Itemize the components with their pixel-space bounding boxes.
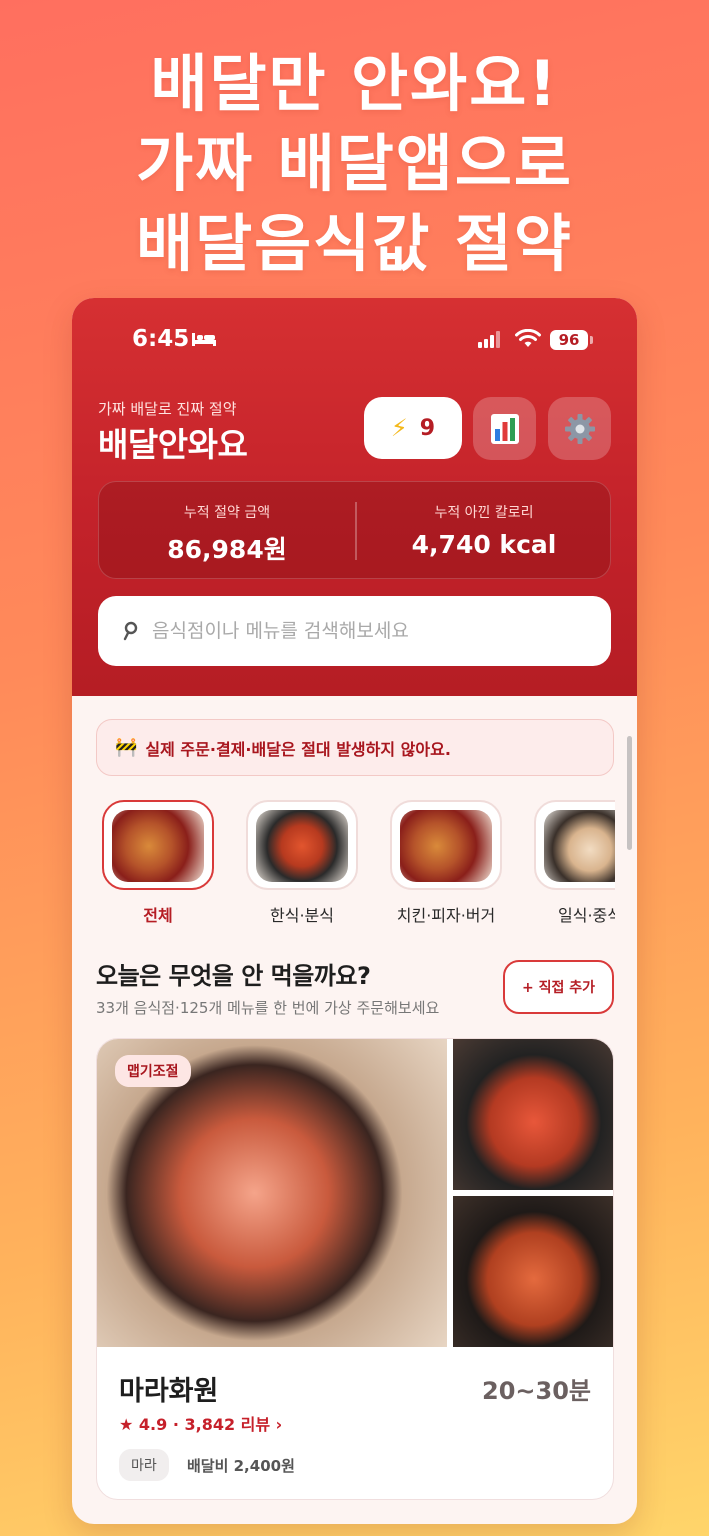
disclaimer-notice: 🚧 실제 주문·결제·배달은 절대 발생하지 않아요. <box>96 719 614 776</box>
add-custom-button[interactable]: + 직접 추가 <box>503 960 614 1014</box>
status-time: 6:45 <box>132 326 190 352</box>
scrollbar[interactable] <box>627 736 632 850</box>
category-label: 전체 <box>143 906 173 925</box>
cuisine-tag: 마라 <box>119 1449 169 1481</box>
category-image <box>246 800 358 890</box>
sleep-focus-icon <box>192 333 216 346</box>
search-icon <box>123 621 138 641</box>
spice-adjust-badge: 맵기조절 <box>115 1055 191 1087</box>
points-button[interactable]: ⚡ 9 <box>364 397 462 459</box>
saved-amount-label: 누적 절약 금액 <box>183 505 271 521</box>
restaurant-photo <box>453 1196 613 1347</box>
headline-line-1: 배달만 안와요! <box>150 47 559 120</box>
category-label: 치킨·피자·버거 <box>396 906 496 925</box>
restaurant-photo <box>453 1039 613 1190</box>
app-subtitle: 가짜 배달로 진짜 절약 <box>98 400 237 418</box>
rating-reviews-link[interactable]: ★ 4.9 · 3,842 리뷰 › <box>119 1411 282 1435</box>
savings-summary: 누적 절약 금액 86,984원 누적 아낀 칼로리 4,740 kcal <box>98 481 611 579</box>
category-japanese-chinese[interactable]: 일식·중식 <box>533 800 615 926</box>
battery-indicator: 96 <box>550 330 593 350</box>
restaurant-card[interactable]: 맵기조절 마라화원 20~30분 ★ 4.9 · 3,842 리뷰 › 마라 배… <box>96 1038 614 1500</box>
saved-calories-value: 4,740 kcal <box>411 530 557 559</box>
category-list: 전체 한식·분식 치킨·피자·버거 일식·중식 <box>72 800 615 930</box>
category-image <box>390 800 502 890</box>
lightning-icon: ⚡ <box>390 414 408 442</box>
headline-line-2: 가짜 배달앱으로 <box>136 127 573 200</box>
construction-icon: 🚧 <box>115 737 138 758</box>
search-bar[interactable] <box>98 596 611 666</box>
app-title: 배달안와요 <box>98 425 248 464</box>
wifi-icon <box>515 329 541 347</box>
restaurant-name: 마라화원 <box>119 1376 219 1407</box>
section-subtitle: 33개 음식점·125개 메뉴를 한 번에 가상 주문해보세요 <box>96 999 440 1017</box>
saved-calories-stat: 누적 아낀 칼로리 4,740 kcal <box>356 482 612 580</box>
app-header: 6:45 96 가짜 배달로 진짜 절약 배달안와요 ⚡ 9 누적 절약 금액 … <box>72 298 637 696</box>
headline-line-3: 배달음식값 절약 <box>136 207 573 280</box>
bar-chart-icon <box>490 413 519 444</box>
search-input[interactable] <box>152 613 582 649</box>
category-image <box>534 800 615 890</box>
points-count: 9 <box>419 415 436 441</box>
cellular-signal-icon <box>478 331 500 348</box>
status-bar: 6:45 96 <box>72 326 637 356</box>
category-chicken-pizza-burger[interactable]: 치킨·피자·버거 <box>389 800 503 926</box>
phone-screen: 6:45 96 가짜 배달로 진짜 절약 배달안와요 ⚡ 9 누적 절약 금액 … <box>72 298 637 1524</box>
promo-headline: 배달만 안와요! 가짜 배달앱으로 배달음식값 절약 <box>0 44 709 284</box>
category-label: 한식·분식 <box>270 906 334 925</box>
delivery-time: 20~30분 <box>482 1377 591 1405</box>
disclaimer-text: 실제 주문·결제·배달은 절대 발생하지 않아요. <box>145 739 451 759</box>
delivery-fee: 배달비 2,400원 <box>187 1457 295 1475</box>
category-all[interactable]: 전체 <box>101 800 215 926</box>
saved-amount-value: 86,984원 <box>167 535 287 564</box>
category-label: 일식·중식 <box>558 906 615 925</box>
stats-button[interactable] <box>473 397 536 460</box>
settings-button[interactable] <box>548 397 611 460</box>
section-title: 오늘은 무엇을 안 먹을까요? <box>96 962 371 990</box>
category-image <box>102 800 214 890</box>
category-korean-snack[interactable]: 한식·분식 <box>245 800 359 926</box>
saved-amount-stat: 누적 절약 금액 86,984원 <box>99 482 355 580</box>
saved-calories-label: 누적 아낀 칼로리 <box>434 505 534 521</box>
gear-icon <box>564 413 595 444</box>
